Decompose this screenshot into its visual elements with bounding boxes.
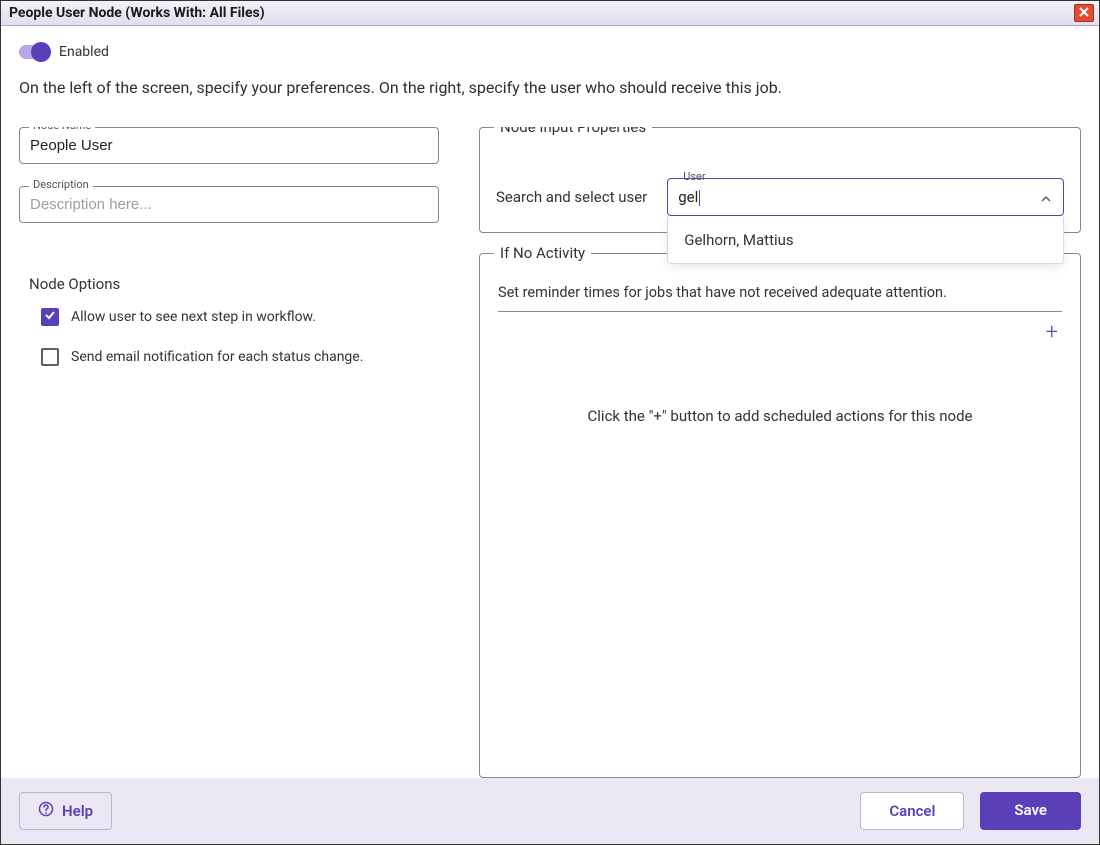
right-column: Node Input Properties Search and select …	[479, 127, 1081, 778]
option-allow-next-label: Allow user to see next step in workflow.	[71, 309, 316, 325]
close-icon	[1079, 6, 1089, 20]
option-email-notify-checkbox[interactable]	[41, 348, 59, 366]
node-input-properties-group: Node Input Properties Search and select …	[479, 127, 1081, 233]
user-combobox[interactable]: gel	[667, 178, 1064, 216]
activity-description: Set reminder times for jobs that have no…	[498, 284, 1062, 312]
description-field: Description	[19, 186, 439, 223]
if-no-activity-legend: If No Activity	[494, 244, 591, 262]
node-options-heading: Node Options	[29, 275, 439, 293]
activity-empty-message: Click the "+" button to add scheduled ac…	[498, 407, 1062, 425]
save-button[interactable]: Save	[980, 792, 1081, 830]
toggle-knob	[31, 42, 51, 62]
enabled-toggle-row: Enabled	[19, 44, 1081, 60]
description-label: Description	[29, 178, 93, 191]
chevron-up-icon	[1041, 188, 1051, 206]
columns: Node Name Description Node Options Allow…	[19, 127, 1081, 778]
user-combobox-value: gel	[678, 188, 698, 206]
add-scheduled-action-button[interactable]: +	[1042, 318, 1062, 347]
save-label: Save	[1014, 801, 1047, 819]
description-input[interactable]	[19, 186, 439, 223]
help-icon	[38, 801, 54, 821]
option-email-notify-label: Send email notification for each status …	[71, 349, 363, 365]
help-button[interactable]: Help	[19, 792, 112, 830]
close-button[interactable]	[1074, 4, 1094, 22]
cancel-button[interactable]: Cancel	[860, 792, 964, 830]
instruction-text: On the left of the screen, specify your …	[19, 78, 1081, 97]
user-dropdown-item[interactable]: Gelhorn, Mattius	[668, 217, 1063, 263]
node-name-input[interactable]	[19, 127, 439, 164]
node-input-properties-legend: Node Input Properties	[494, 127, 652, 136]
plus-row: +	[498, 318, 1062, 347]
content-area: Enabled On the left of the screen, speci…	[1, 26, 1099, 778]
window-title: People User Node (Works With: All Files)	[9, 5, 265, 21]
user-dropdown: Gelhorn, Mattius	[667, 217, 1064, 264]
option-allow-next-checkbox[interactable]	[41, 308, 59, 326]
left-column: Node Name Description Node Options Allow…	[19, 127, 439, 778]
text-cursor	[699, 190, 700, 206]
titlebar: People User Node (Works With: All Files)	[1, 1, 1099, 26]
dialog-window: People User Node (Works With: All Files)…	[0, 0, 1100, 845]
node-name-field: Node Name	[19, 127, 439, 164]
footer-right-buttons: Cancel Save	[860, 792, 1081, 830]
footer: Help Cancel Save	[1, 778, 1099, 844]
user-combo-wrap: User gel Gelhorn, Mattius	[667, 178, 1064, 216]
help-label: Help	[62, 802, 93, 820]
cancel-label: Cancel	[889, 802, 935, 820]
search-user-label: Search and select user	[496, 188, 647, 206]
user-search-row: Search and select user User gel Gelhorn,	[496, 178, 1064, 216]
option-email-notify-row: Send email notification for each status …	[41, 348, 439, 366]
node-name-label: Node Name	[29, 127, 95, 132]
enabled-toggle[interactable]	[19, 45, 49, 59]
if-no-activity-group: If No Activity Set reminder times for jo…	[479, 253, 1081, 778]
plus-icon: +	[1046, 320, 1058, 345]
check-icon	[44, 309, 56, 325]
option-allow-next-row: Allow user to see next step in workflow.	[41, 308, 439, 326]
enabled-label: Enabled	[59, 44, 109, 60]
